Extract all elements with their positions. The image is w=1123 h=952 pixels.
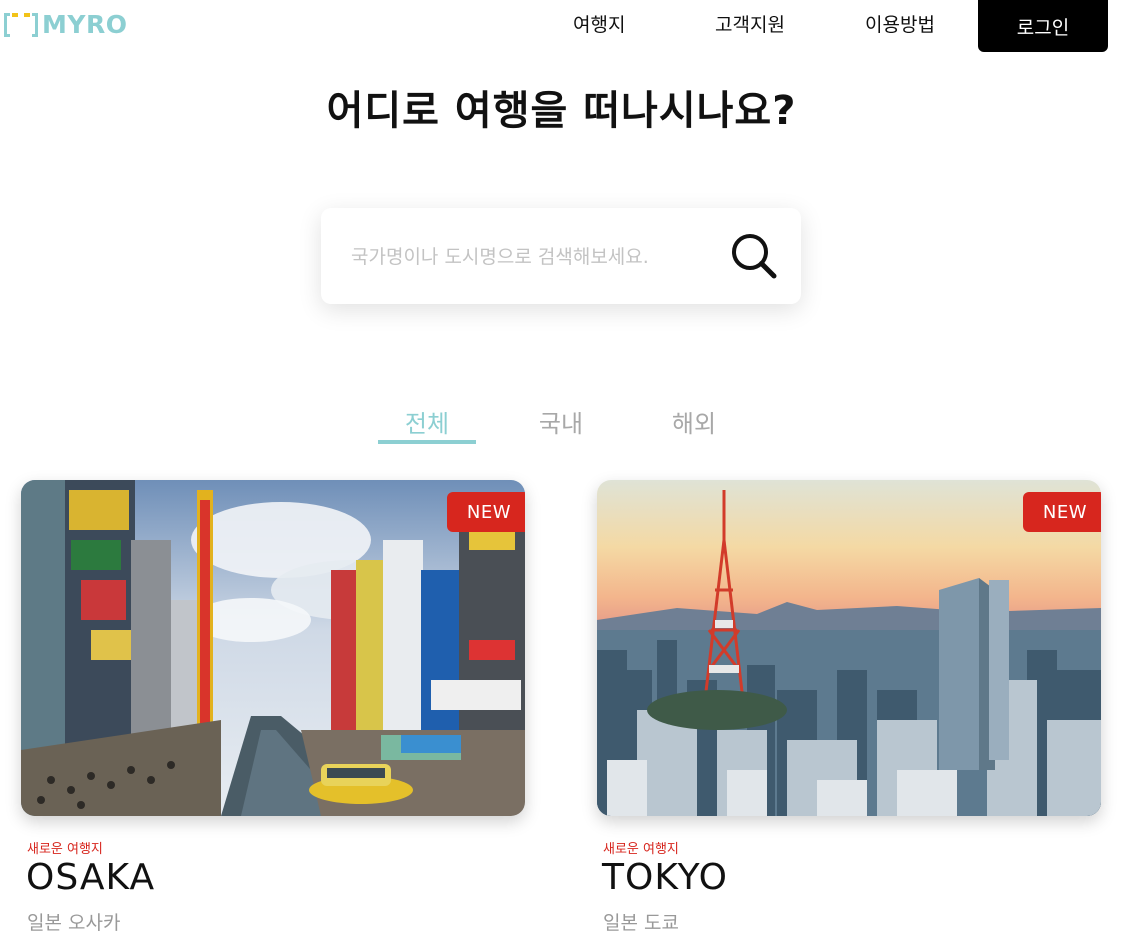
tab-domestic[interactable]: 국내 bbox=[512, 404, 610, 439]
card-city-name: TOKYO bbox=[602, 857, 729, 898]
card-city-name: OSAKA bbox=[26, 857, 156, 898]
header: MYRO 여행지 고객지원 이용방법 로그인 bbox=[0, 0, 1123, 52]
login-button[interactable]: 로그인 bbox=[978, 0, 1108, 52]
tab-international[interactable]: 해외 bbox=[645, 404, 743, 439]
search-icon[interactable] bbox=[728, 230, 780, 282]
tab-active-indicator bbox=[378, 440, 476, 444]
search-box bbox=[321, 208, 801, 304]
destination-card-osaka[interactable]: NEW 새로운 여행지 OSAKA 일본 오사카 bbox=[21, 480, 525, 934]
nav-destinations[interactable]: 여행지 bbox=[573, 10, 625, 37]
category-tabs: 전체 국내 해외 bbox=[0, 400, 1123, 446]
card-location: 일본 오사카 bbox=[27, 912, 121, 934]
new-badge: NEW bbox=[447, 492, 525, 532]
search-input[interactable] bbox=[349, 242, 709, 272]
card-location: 일본 도쿄 bbox=[603, 912, 679, 934]
card-subtitle: 새로운 여행지 bbox=[27, 842, 103, 857]
card-subtitle: 새로운 여행지 bbox=[603, 842, 679, 857]
destination-card-tokyo[interactable]: NEW 새로운 여행지 TOKYO 일본 도쿄 bbox=[597, 480, 1101, 934]
page-title: 어디로 여행을 떠나시나요? bbox=[326, 88, 797, 134]
osaka-photo: NEW bbox=[21, 480, 525, 816]
nav-support[interactable]: 고객지원 bbox=[715, 10, 785, 37]
tokyo-photo: NEW bbox=[597, 480, 1101, 816]
main-nav: 여행지 고객지원 이용방법 로그인 bbox=[0, 0, 1123, 52]
nav-how-to-use[interactable]: 이용방법 bbox=[865, 10, 935, 37]
new-badge: NEW bbox=[1023, 492, 1101, 532]
tab-all[interactable]: 전체 bbox=[378, 404, 476, 439]
